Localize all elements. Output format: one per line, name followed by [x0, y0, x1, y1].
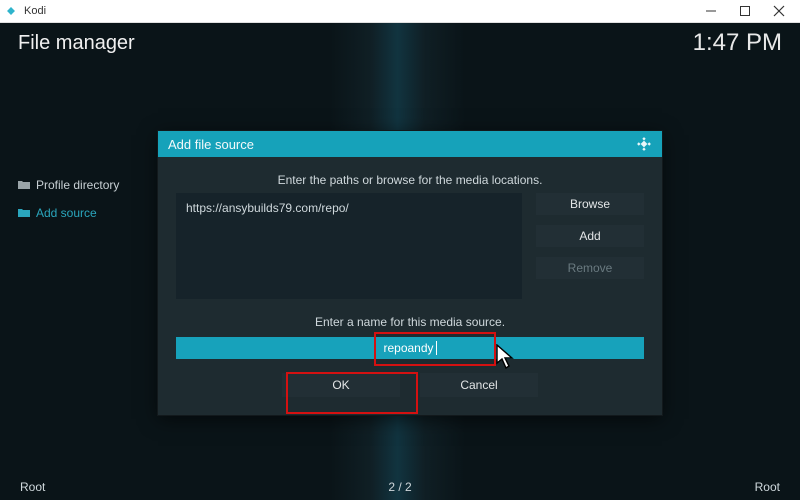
clock: 1:47 PM: [693, 29, 782, 57]
dialog-body: Enter the paths or browse for the media …: [158, 157, 662, 415]
sidebar-item-profile-directory[interactable]: Profile directory: [18, 171, 158, 199]
footer-position: 2 / 2: [388, 480, 411, 494]
add-button-label: Add: [579, 229, 600, 243]
add-file-source-dialog: Add file source Enter the paths or brows…: [158, 131, 662, 415]
browse-button-label: Browse: [570, 197, 610, 211]
source-name-input[interactable]: repoandy: [176, 337, 644, 359]
cancel-button[interactable]: Cancel: [420, 373, 538, 397]
folder-icon: [18, 208, 30, 218]
browse-button[interactable]: Browse: [536, 193, 644, 215]
kodi-header: File manager 1:47 PM: [0, 23, 800, 63]
page-title: File manager: [18, 32, 135, 55]
footer-right: Root: [755, 480, 780, 494]
sidebar-item-add-source[interactable]: Add source: [18, 199, 158, 227]
remove-button[interactable]: Remove: [536, 257, 644, 279]
footer: Root 2 / 2 Root: [0, 473, 800, 500]
window-minimize-button[interactable]: [694, 0, 728, 22]
sidebar-item-label: Profile directory: [36, 178, 119, 192]
paths-input[interactable]: https://ansybuilds79.com/repo/: [176, 193, 522, 299]
paths-input-value: https://ansybuilds79.com/repo/: [186, 201, 349, 215]
source-name-value: repoandy: [383, 341, 433, 355]
text-caret: [436, 341, 437, 355]
kodi-logo-icon: [4, 4, 18, 18]
remove-button-label: Remove: [568, 261, 613, 275]
kodi-app: File manager 1:47 PM Profile directory A…: [0, 23, 800, 500]
window-title: Kodi: [24, 5, 46, 17]
cancel-button-label: Cancel: [460, 378, 497, 392]
dialog-title: Add file source: [168, 137, 254, 152]
window-titlebar: Kodi: [0, 0, 800, 23]
paths-instruction: Enter the paths or browse for the media …: [176, 167, 644, 193]
ok-button-label: OK: [332, 378, 349, 392]
footer-left: Root: [20, 480, 45, 494]
file-list: Profile directory Add source: [18, 171, 158, 227]
name-instruction: Enter a name for this media source.: [176, 315, 644, 329]
window-maximize-button[interactable]: [728, 0, 762, 22]
add-button[interactable]: Add: [536, 225, 644, 247]
dialog-header: Add file source: [158, 131, 662, 157]
window-close-button[interactable]: [762, 0, 796, 22]
ok-button[interactable]: OK: [282, 373, 400, 397]
kodi-logo-icon: [636, 136, 652, 152]
sidebar-item-label: Add source: [36, 206, 97, 220]
folder-icon: [18, 180, 30, 190]
